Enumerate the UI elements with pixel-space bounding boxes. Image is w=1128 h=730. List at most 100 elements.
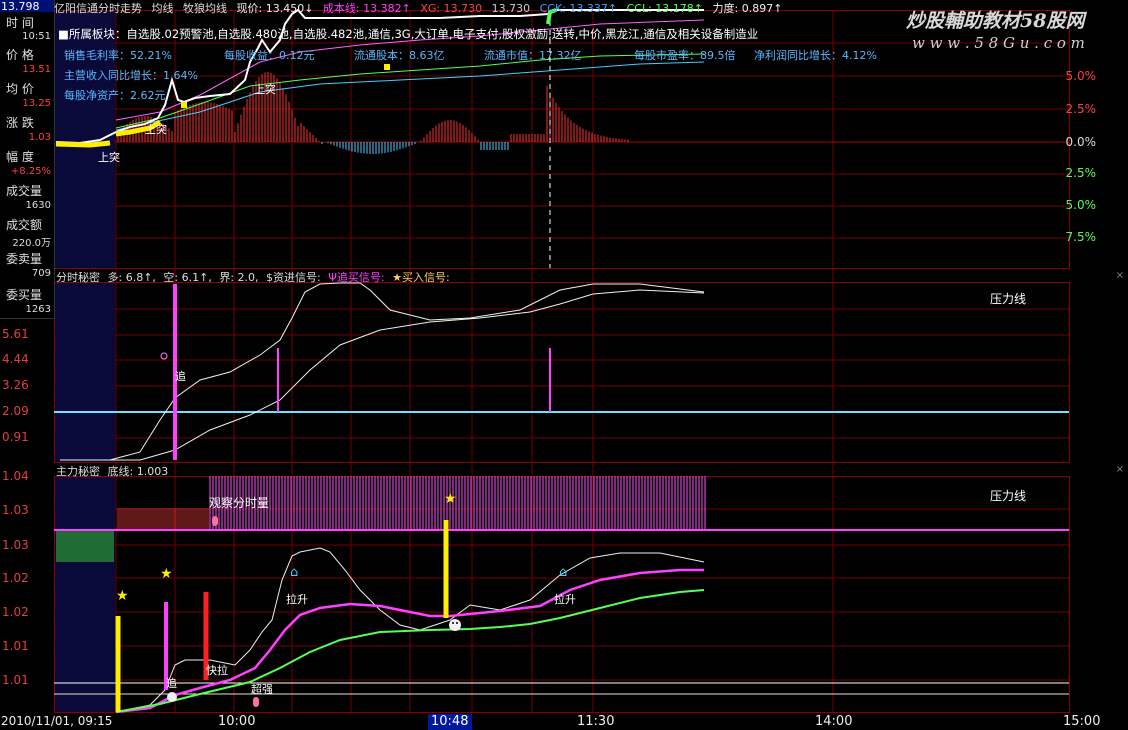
legend-fund-signal: $资进信号: [266, 271, 321, 284]
lashen-label-1: 拉升 [286, 593, 308, 606]
quote-info-panel: 13.798 时 间 10:51 价 格 13.51 均 价 13.25 涨 跌… [0, 0, 55, 319]
panel3-tick-4: 1.02 [2, 571, 29, 585]
ma-line-label[interactable]: 牧狼均线 [183, 2, 227, 15]
url-watermark: w w w . 5 8 G u . c o m [912, 34, 1085, 52]
x-axis-1500: 15:00 [1063, 714, 1101, 729]
panel3-tick-5: 1.02 [2, 605, 29, 619]
legend-jie: 界: 2.0, [219, 271, 259, 284]
amount-value: 220.0万 [12, 238, 51, 249]
power-value: 力度: 0.897↑ [712, 2, 783, 15]
observe-volume-label: 观察分时量 [209, 496, 270, 510]
vertical-gridlines [115, 10, 834, 712]
net-profit-growth: 净利润同比增长：4.12% [754, 49, 877, 62]
cck-value: CCK: 13.337↑ [539, 2, 618, 15]
time-label: 时 间 [6, 16, 34, 30]
change-value: 1.03 [28, 132, 51, 143]
panel3-tick-1: 1.04 [2, 469, 29, 483]
panel3-tick-6: 1.01 [2, 639, 29, 653]
float-shares: 流通股本：8.63亿 [354, 49, 445, 62]
pressure-line-label-2: 压力线 [990, 292, 1027, 306]
legend-duo: 多: 6.8↑, [107, 271, 156, 284]
v13730-value: 13.730 [491, 2, 531, 15]
price-value: 13.51 [22, 64, 51, 75]
panel2-tick-1: 5.61 [2, 327, 29, 341]
revenue-growth: 主营收入同比增长：1.64% [64, 69, 198, 82]
breakout-label-3: 上突 [254, 83, 276, 96]
sector-info: ■所属板块：自选股.02预警池,自选股.480池,自选股.482池,通信,3G,… [58, 27, 759, 41]
volume-label: 成交量 [6, 184, 43, 198]
main-force-histogram [56, 476, 706, 562]
panel3-title: 主力秘密 [56, 465, 100, 478]
lashen-label-2: 拉升 [554, 593, 576, 606]
chart-title: 亿阳信通分时走势 [54, 2, 142, 15]
right-tick-2: 2.5% [1065, 102, 1097, 116]
ccl-value: CCL: 13.178↑ [626, 2, 703, 15]
xg-value: XG: 13.730 [420, 2, 483, 15]
svg-text:★: ★ [160, 566, 173, 582]
svg-text:★: ★ [444, 491, 457, 507]
breakout-label-1: 上突 [98, 151, 120, 164]
right-tick-5: 5.0% [1065, 198, 1097, 212]
panel2-tick-4: 2.09 [2, 404, 29, 418]
legend-base: 底线: 1.003 [107, 465, 169, 478]
svg-text:⌂: ⌂ [559, 565, 567, 580]
legend-kong: 空: 6.1↑, [163, 271, 212, 284]
main-legend-bar: 亿阳信通分时走势 均线 牧狼均线 现价: 13.450↓ 成本线: 13.382… [54, 0, 788, 15]
breakout-label-2: 上突 [145, 123, 167, 136]
pressure-line-label-3: 压力线 [990, 489, 1027, 503]
price-label: 价 格 [6, 48, 34, 62]
amount-label: 成交额 [6, 218, 43, 232]
bid-value: 1263 [25, 304, 51, 315]
amplitude-value: +8.25% [10, 166, 51, 177]
svg-text:⌂: ⌂ [290, 565, 298, 580]
legend-buy-signal: ★买入信号: [392, 271, 450, 284]
panel2-tick-5: 0.91 [2, 430, 29, 444]
right-tick-4: 2.5% [1065, 166, 1097, 180]
kong-line [60, 289, 705, 461]
x-axis-start: 2010/11/01, 09:15 [1, 714, 113, 728]
panel2-title: 分时秘密 [56, 271, 100, 284]
avg-label: 均 价 [6, 82, 34, 96]
quick-pull-label: 快拉 [206, 664, 228, 677]
close-icon[interactable]: × [1116, 270, 1124, 281]
panel3-legend: 主力秘密 底线: 1.003 [56, 463, 168, 479]
current-price: 13.798 [1, 0, 40, 13]
brand-watermark: 炒股輔助教材58股网 [906, 10, 1085, 32]
change-label: 涨 跌 [6, 116, 34, 130]
right-tick-6: 7.5% [1065, 230, 1097, 244]
panel3-tick-2: 1.03 [2, 503, 29, 517]
avg-line-label[interactable]: 均线 [152, 2, 174, 15]
x-axis-1400: 14:00 [815, 714, 853, 729]
right-tick-1: 5.0% [1065, 69, 1097, 83]
cost-value: 成本线: 13.382↑ [322, 2, 411, 15]
net-asset-value: 每股净资产：2.62元 [64, 89, 166, 102]
now-price: 现价: 13.450↓ [236, 2, 314, 15]
x-axis-cursor[interactable]: 10:48 [431, 714, 468, 729]
super-strong-label: 超强 [251, 683, 273, 696]
right-tick-3: 0.0% [1065, 135, 1097, 149]
pe-ratio: 每股市盈率：89.5倍 [634, 49, 736, 62]
chase-label: 追 [175, 370, 186, 383]
gross-margin: 销售毛利率：52.21% [64, 49, 172, 62]
panel2-legend: 分时秘密 多: 6.8↑, 空: 6.1↑, 界: 2.0, $资进信号: Ψ追… [56, 269, 450, 285]
duo-line [60, 282, 705, 461]
panel3-tick-3: 1.03 [2, 538, 29, 552]
panel2-tick-3: 3.26 [2, 378, 29, 392]
svg-text:★: ★ [116, 588, 129, 604]
panel2-tick-2: 4.44 [2, 352, 29, 366]
panel3-tick-7: 1.01 [2, 673, 29, 687]
avg-value: 13.25 [22, 98, 51, 109]
amplitude-label: 幅 度 [6, 150, 34, 164]
time-value: 10:51 [22, 31, 51, 42]
bid-label: 委买量 [6, 288, 43, 302]
float-market-value: 流通市值：17.32亿 [484, 49, 582, 62]
ask-value: 709 [31, 268, 51, 279]
close-icon[interactable]: × [1116, 464, 1124, 475]
volume-value: 1630 [25, 200, 51, 211]
chart-canvas: ★ ★ ★ ⌂ ⌂ [54, 8, 1070, 730]
eps: 每股收益：0.12元 [224, 49, 315, 62]
legend-chase-signal: Ψ追买信号: [328, 271, 385, 284]
ask-label: 委卖量 [6, 252, 43, 266]
x-axis-1130: 11:30 [577, 714, 615, 729]
chase-label-3: 追 [166, 677, 177, 690]
